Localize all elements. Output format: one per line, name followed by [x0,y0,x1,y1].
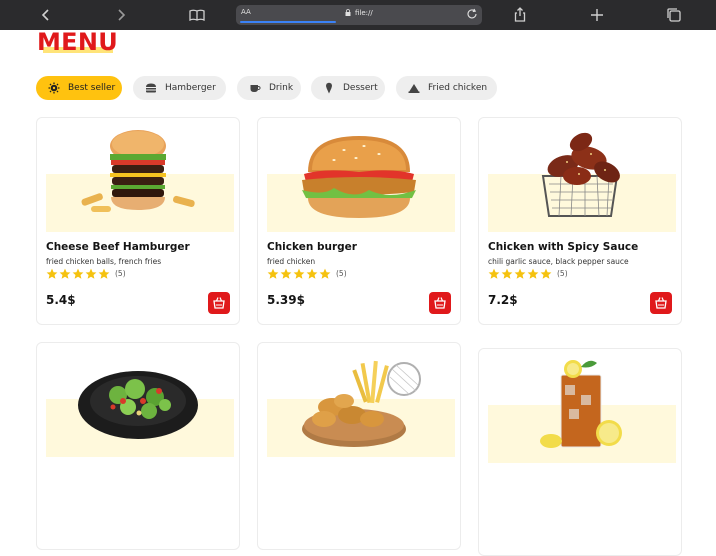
filter-drink[interactable]: Drink [237,76,301,100]
address-bar[interactable]: AA file:// [236,5,482,25]
star-icon [85,268,97,279]
rating-stars [488,268,553,280]
star-icon [514,268,526,279]
new-tab-icon[interactable] [587,5,607,25]
star-icon [306,268,318,279]
star-icon [267,268,279,279]
browser-toolbar: AA file:// [0,0,716,30]
back-icon[interactable] [36,5,56,25]
spicy-chicken-wings-image [541,132,620,217]
add-to-cart-button[interactable] [650,292,672,314]
star-icon [319,268,331,279]
iced-tea-lemon-image [540,360,622,448]
burger-icon [146,83,156,93]
cheese-beef-hamburger-image [81,130,195,212]
product-price: 7.2$ [488,293,518,307]
review-count: (5) [115,269,126,278]
add-to-cart-button[interactable] [208,292,230,314]
star-icon [540,268,552,279]
ice-cream-icon [326,82,332,94]
star-icon [46,268,58,279]
product-card[interactable] [257,342,461,550]
chicken-burger-image [302,136,416,218]
basket-icon [655,297,667,309]
filter-label: Best seller [68,83,116,93]
cup-icon [250,85,261,92]
product-price: 5.39$ [267,293,305,307]
product-name: Chicken with Spicy Sauce [488,241,639,253]
basket-icon [434,297,446,309]
filter-hamberger[interactable]: Hamberger [133,76,226,100]
basket-icon [213,297,225,309]
star-icon [59,268,71,279]
load-progress [240,21,336,23]
fried-chicken-fries-image [302,360,421,447]
add-to-cart-button[interactable] [429,292,451,314]
product-card[interactable]: Chicken with Spicy Sauce chili garlic sa… [478,117,682,325]
gear-icon [48,82,60,94]
product-description: fried chicken balls, french fries [46,257,162,266]
filter-label: Fried chicken [428,83,488,93]
salad-bowl-image [78,371,198,439]
product-card[interactable] [36,342,240,550]
star-icon [501,268,513,279]
reader-aa-button[interactable]: AA [241,8,251,16]
share-icon[interactable] [510,5,530,25]
product-card[interactable] [478,348,682,556]
star-icon [293,268,305,279]
filter-best-seller[interactable]: Best seller [36,76,122,100]
star-icon [72,268,84,279]
product-name: Cheese Beef Hamburger [46,241,190,253]
tabs-icon[interactable] [664,5,684,25]
page-title: MENU [37,28,119,56]
filter-dessert[interactable]: Dessert [311,76,385,100]
product-card[interactable]: Chicken burger fried chicken (5) 5.39$ [257,117,461,325]
filter-label: Dessert [343,83,378,93]
rating-stars [267,268,332,280]
product-price: 5.4$ [46,293,76,307]
product-description: fried chicken [267,257,316,266]
product-name: Chicken burger [267,241,357,253]
product-description: chili garlic sauce, black pepper sauce [488,257,629,266]
review-count: (5) [336,269,347,278]
rating-stars [46,268,111,280]
filter-label: Hamberger [165,83,216,93]
forward-icon[interactable] [111,5,131,25]
star-icon [280,268,292,279]
filter-fried-chicken[interactable]: Fried chicken [396,76,497,100]
review-count: (5) [557,269,568,278]
lock-icon [345,9,351,16]
product-card[interactable]: Cheese Beef Hamburger fried chicken ball… [36,117,240,325]
book-icon[interactable] [187,5,207,25]
star-icon [488,268,500,279]
filter-label: Drink [269,83,294,93]
reload-icon[interactable] [466,8,478,20]
chicken-icon [408,84,420,93]
star-icon [98,268,110,279]
url-text: file:// [355,9,373,17]
star-icon [527,268,539,279]
